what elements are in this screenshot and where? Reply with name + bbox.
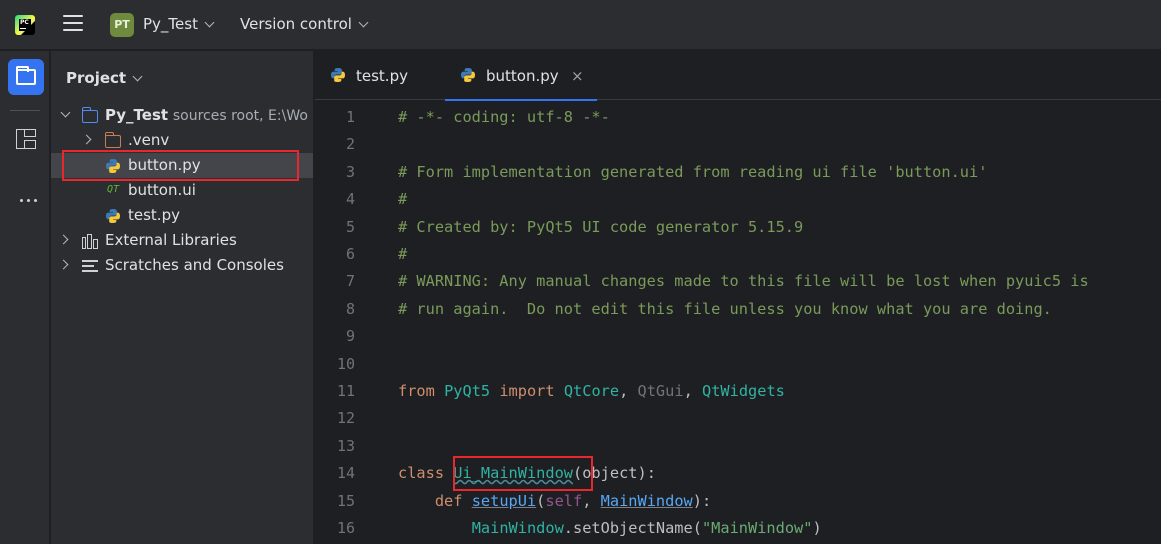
- chevron-right-icon[interactable]: [58, 234, 69, 245]
- tree-item-button-py[interactable]: button.py: [51, 153, 313, 178]
- line-number: 5: [345, 217, 355, 236]
- project-tool-button[interactable]: [8, 59, 44, 95]
- tool-window-strip: [0, 51, 50, 544]
- tab-label: test.py: [356, 67, 408, 85]
- editor-tab-bar: test.py button.py ×: [315, 51, 1161, 101]
- editor: test.py button.py × 1 2 3 4 5 6 7 8 9 10…: [315, 51, 1161, 544]
- tree-item-button-ui[interactable]: QT button.ui: [51, 178, 313, 203]
- folder-icon: [104, 132, 121, 148]
- file-label: button.py: [128, 156, 201, 174]
- logo-text: PC: [20, 19, 29, 26]
- python-file-icon: [106, 209, 120, 223]
- chevron-down-icon: [204, 17, 215, 28]
- tree-item-scratches[interactable]: Scratches and Consoles: [51, 253, 313, 278]
- code-area[interactable]: # -*- coding: utf-8 -*- # Form implement…: [398, 101, 1161, 544]
- tree-item-venv[interactable]: .venv: [51, 128, 313, 153]
- line-number: 12: [336, 409, 355, 428]
- chevron-right-icon[interactable]: [58, 259, 69, 270]
- scratches-icon: [82, 258, 98, 274]
- line-number: 16: [336, 519, 355, 537]
- file-label: button.ui: [128, 181, 196, 199]
- python-file-icon: [106, 159, 120, 173]
- code-line-1: # -*- coding: utf-8 -*-: [398, 108, 610, 126]
- folder-icon: [81, 107, 98, 123]
- vcs-label: Version control: [240, 15, 352, 33]
- root-folder-hint: sources root, E:\Wo: [172, 108, 308, 124]
- line-number: 14: [336, 464, 355, 483]
- line-number: 10: [336, 354, 355, 373]
- project-switcher[interactable]: Py_Test: [143, 15, 215, 33]
- project-name-label: Py_Test: [143, 15, 198, 33]
- tree-item-external-libraries[interactable]: External Libraries: [51, 228, 313, 253]
- code-line-4: #: [398, 190, 408, 209]
- code-line-14: class Ui_MainWindow(object):: [398, 464, 656, 483]
- tab-button-py[interactable]: button.py ×: [445, 51, 597, 101]
- code-line-7: # WARNING: Any manual changes made to th…: [398, 272, 1089, 291]
- close-icon[interactable]: ×: [571, 51, 584, 101]
- chevron-right-icon[interactable]: [81, 134, 92, 145]
- tab-label: button.py: [486, 67, 559, 85]
- project-panel: Project Py_Test sources root, E:\Wo .ven…: [51, 51, 314, 544]
- line-number: 8: [345, 299, 355, 318]
- more-dots-icon: [20, 187, 41, 206]
- library-icon: [82, 234, 98, 249]
- chevron-down-icon[interactable]: [60, 107, 71, 118]
- code-line-16: MainWindow.setObjectName("MainWindow"): [471, 519, 822, 537]
- code-line-6: #: [398, 245, 408, 263]
- line-number: 11: [336, 382, 355, 400]
- venv-label: .venv: [128, 131, 170, 149]
- class-name-token[interactable]: Ui_MainWindow: [453, 464, 573, 482]
- line-number: 15: [336, 491, 355, 510]
- line-number: 6: [345, 245, 355, 263]
- structure-icon: [16, 129, 36, 149]
- code-line-8: # run again. Do not edit this file unles…: [398, 299, 1052, 318]
- line-number: 3: [345, 162, 355, 181]
- chevron-down-icon: [132, 71, 143, 82]
- pycharm-logo-icon[interactable]: PC: [15, 15, 35, 35]
- tree-item-test-py[interactable]: test.py: [51, 203, 313, 228]
- qt-ui-file-icon: QT: [107, 184, 120, 195]
- python-file-icon: [461, 68, 475, 82]
- code-line-11: from PyQt5 import QtCore, QtGui, QtWidge…: [398, 382, 785, 400]
- code-line-3: # Form implementation generated from rea…: [398, 162, 988, 181]
- chevron-down-icon: [358, 17, 369, 28]
- version-control-menu[interactable]: Version control: [240, 15, 369, 33]
- line-number: 9: [345, 327, 355, 346]
- project-badge[interactable]: PT: [110, 13, 134, 37]
- tree-item-root[interactable]: Py_Test sources root, E:\Wo: [51, 103, 313, 128]
- more-tools-button[interactable]: [8, 173, 44, 209]
- tab-test-py[interactable]: test.py: [330, 51, 445, 100]
- structure-tool-button[interactable]: [8, 121, 44, 157]
- strip-divider: [10, 110, 40, 111]
- root-folder-name: Py_Test: [105, 106, 169, 124]
- project-panel-title[interactable]: Project: [66, 69, 143, 87]
- line-number-gutter: 1 2 3 4 5 6 7 8 9 10 11 12 13 14 15 16: [315, 101, 377, 544]
- title-bar: PC PT Py_Test Version control: [0, 0, 1161, 50]
- line-number: 1: [345, 108, 355, 126]
- project-folder-icon: [16, 66, 36, 85]
- line-number: 13: [336, 436, 355, 455]
- code-line-5: # Created by: PyQt5 UI code generator 5.…: [398, 217, 804, 236]
- hamburger-menu-icon[interactable]: [63, 15, 83, 33]
- line-number: 7: [345, 272, 355, 291]
- external-libraries-label: External Libraries: [105, 231, 237, 249]
- code-line-15: def setupUi(self, MainWindow):: [434, 491, 712, 510]
- line-number: 2: [345, 135, 355, 154]
- line-number: 4: [345, 190, 355, 209]
- python-file-icon: [331, 68, 345, 82]
- file-label: test.py: [128, 206, 180, 224]
- scratches-label: Scratches and Consoles: [105, 256, 284, 274]
